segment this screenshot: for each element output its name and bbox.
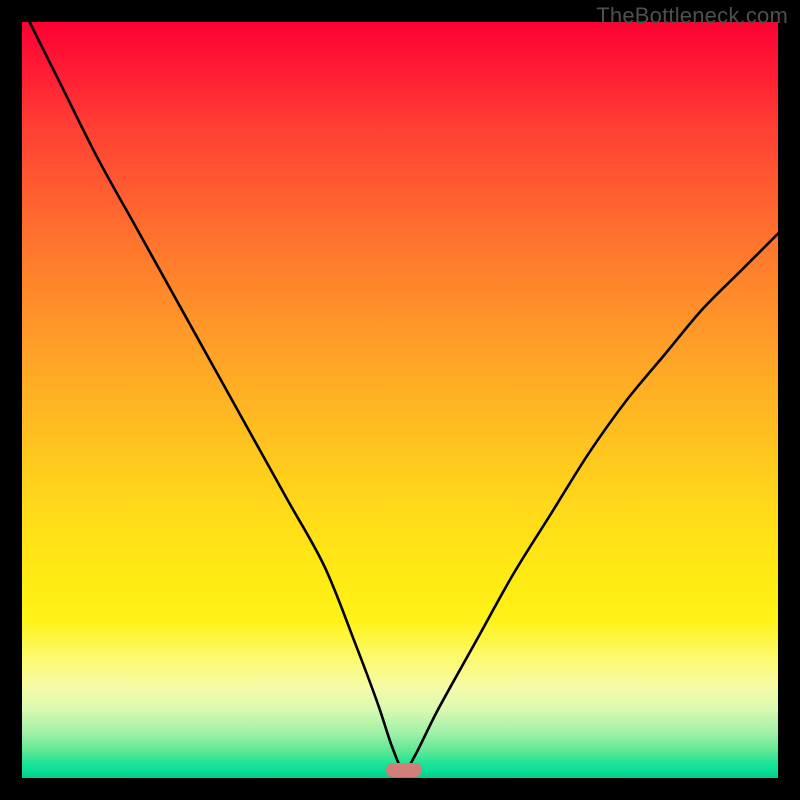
plot-area <box>22 22 778 778</box>
bottleneck-curve <box>30 22 778 771</box>
watermark-text: TheBottleneck.com <box>596 3 788 29</box>
optimal-point-marker <box>386 763 422 777</box>
chart-frame: TheBottleneck.com <box>0 0 800 800</box>
curve-layer <box>22 22 778 778</box>
